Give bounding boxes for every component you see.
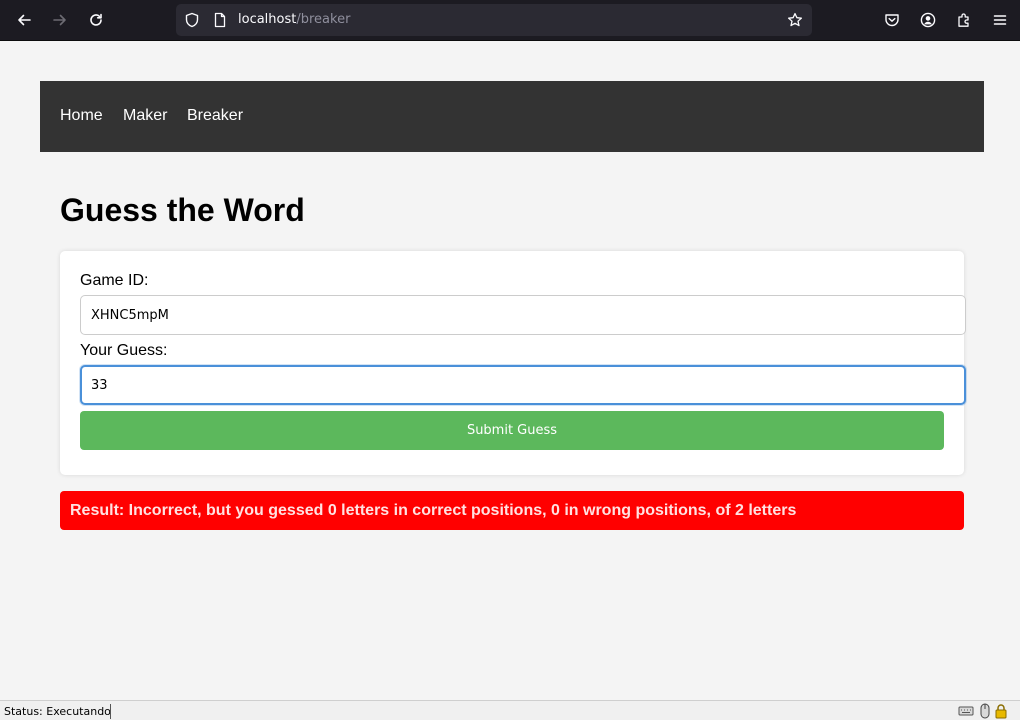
reload-icon[interactable]: [84, 8, 108, 32]
url-text[interactable]: localhost/breaker: [238, 12, 350, 27]
nav-link-home[interactable]: Home: [60, 107, 103, 125]
forward-arrow-icon[interactable]: [48, 8, 72, 32]
menu-icon[interactable]: [992, 12, 1008, 28]
game-id-input[interactable]: [80, 295, 966, 335]
submit-guess-button[interactable]: Submit Guess: [80, 411, 944, 450]
status-bar: Status: Executando: [0, 700, 1020, 720]
keyboard-icon: [958, 704, 974, 718]
extensions-icon[interactable]: [956, 12, 972, 28]
lock-icon: [994, 703, 1008, 719]
nav-link-maker[interactable]: Maker: [123, 107, 167, 125]
bookmark-star-icon[interactable]: [787, 12, 803, 28]
status-divider: [110, 704, 111, 719]
shield-icon[interactable]: [184, 12, 200, 28]
back-arrow-icon[interactable]: [12, 8, 36, 32]
game-id-label: Game ID:: [80, 272, 149, 289]
pocket-icon[interactable]: [884, 12, 900, 28]
site-navbar: Home Maker Breaker: [40, 81, 984, 152]
url-host: localhost: [238, 12, 297, 27]
status-text: Status: Executando: [4, 705, 111, 718]
url-path: /breaker: [296, 12, 351, 27]
account-icon[interactable]: [920, 12, 936, 28]
result-text: Result: Incorrect, but you gessed 0 lett…: [70, 502, 797, 519]
address-bar[interactable]: localhost/breaker: [176, 4, 812, 36]
guess-label: Your Guess:: [80, 342, 168, 359]
page-icon[interactable]: [212, 12, 228, 28]
result-banner: Result: Incorrect, but you gessed 0 lett…: [60, 491, 964, 530]
nav-link-breaker[interactable]: Breaker: [187, 107, 243, 125]
page-title: Guess the Word: [60, 192, 305, 228]
browser-toolbar: localhost/breaker: [0, 0, 1020, 41]
guess-input[interactable]: [80, 365, 966, 405]
mouse-icon: [980, 703, 990, 719]
